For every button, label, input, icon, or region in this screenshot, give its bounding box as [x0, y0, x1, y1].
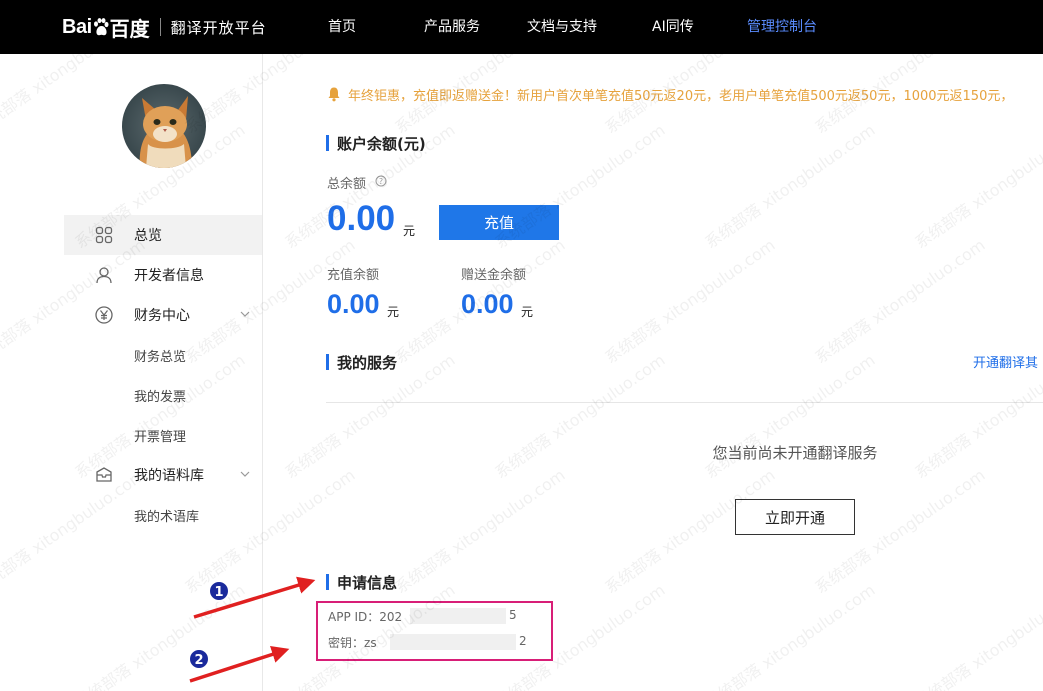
secret-key-suffix[interactable]: 2 — [519, 634, 527, 648]
logo-bai-text: Bai — [62, 15, 92, 38]
avatar[interactable] — [122, 84, 206, 168]
box-icon — [94, 465, 114, 485]
sidebar-subitem-invoice-management[interactable]: 开票管理 — [134, 426, 186, 445]
sidebar-item-overview[interactable]: 总览 — [64, 215, 262, 255]
promo-notice[interactable]: 年终钜惠，充值即返赠送金！新用户首次单笔充值50元返20元，老用户单笔充值500… — [326, 84, 1043, 104]
sidebar-subitem-terminology[interactable]: 我的术语库 — [134, 506, 199, 525]
svg-text:?: ? — [379, 177, 383, 186]
chevron-down-icon[interactable] — [238, 467, 252, 481]
cat-avatar-image — [122, 84, 206, 168]
gift-balance-unit: 元 — [521, 305, 534, 319]
sidebar-item-corpus[interactable]: 我的语料库 — [64, 455, 262, 495]
promo-notice-text: 年终钜惠，充值即返赠送金！新用户首次单笔充值50元返20元，老用户单笔充值500… — [348, 88, 1014, 104]
app-id-redaction — [410, 608, 506, 624]
gift-balance-value: 0.00 — [461, 289, 514, 319]
app-id-label: APP ID： — [328, 610, 380, 624]
application-title-text: 申请信息 — [337, 573, 398, 592]
sidebar-item-label: 我的语料库 — [134, 468, 204, 484]
watermark-text: 系统部落 xitongbuluo.com — [811, 235, 988, 367]
services-section-title: 我的服务 — [326, 352, 397, 372]
recharge-balance-label: 充值余额 — [327, 268, 380, 283]
paw-icon — [93, 18, 109, 36]
total-balance-label: 总余额 — [327, 177, 367, 192]
empty-services-text: 您当前尚未开通翻译服务 — [712, 444, 878, 462]
nav-ai-interpretation[interactable]: AI同传 — [652, 0, 694, 54]
secret-key-label: 密钥： — [328, 636, 365, 650]
watermark-text: 系统部落 xitongbuluo.com — [911, 120, 1043, 252]
open-service-button[interactable]: 立即开通 — [735, 499, 855, 535]
baidu-logo[interactable]: Bai 百度 翻译开放平台 — [62, 12, 267, 42]
secret-key-prefix[interactable]: zs — [364, 636, 377, 650]
recharge-balance-value: 0.00 — [327, 289, 380, 319]
top-navigation-bar: Bai 百度 翻译开放平台 首页 产品服务 文档与支持 AI同传 管理控制台 — [0, 0, 1043, 54]
sidebar-subitem-finance-overview[interactable]: 财务总览 — [134, 346, 186, 365]
total-balance-value: 0.00 — [327, 199, 396, 238]
sidebar-item-label: 开发者信息 — [134, 268, 204, 284]
sidebar-item-developer-info[interactable]: 开发者信息 — [64, 255, 262, 295]
recharge-balance-unit: 元 — [387, 305, 400, 319]
application-section-title: 申请信息 — [326, 572, 397, 592]
yen-icon — [94, 305, 114, 325]
bell-icon — [328, 87, 340, 102]
balance-title-text: 账户余额(元) — [337, 134, 426, 153]
watermark-text: 系统部落 xitongbuluo.com — [701, 120, 878, 252]
secret-key-row: 密钥：zs — [328, 634, 377, 651]
gift-balance-label: 赠送金余额 — [461, 268, 527, 283]
logo-separator — [159, 18, 161, 36]
open-translation-link[interactable]: 开通翻译其 — [973, 352, 1043, 371]
user-icon — [94, 265, 114, 285]
nav-home[interactable]: 首页 — [328, 0, 356, 54]
sidebar-item-label: 总览 — [134, 228, 162, 244]
nav-docs[interactable]: 文档与支持 — [527, 0, 597, 54]
watermark-text: 系统部落 xitongbuluo.com — [701, 580, 878, 691]
help-icon[interactable]: ? — [375, 175, 387, 187]
title-accent-bar — [326, 574, 329, 590]
title-accent-bar — [326, 135, 329, 151]
total-balance-unit: 元 — [403, 224, 416, 238]
nav-console[interactable]: 管理控制台 — [747, 0, 817, 54]
app-id-suffix[interactable]: 5 — [509, 608, 517, 622]
nav-products[interactable]: 产品服务 — [424, 0, 480, 54]
title-accent-bar — [326, 354, 329, 370]
sidebar-subitem-invoices[interactable]: 我的发票 — [134, 386, 186, 405]
sidebar-item-label: 财务中心 — [134, 308, 190, 324]
app-id-row: APP ID：202 — [328, 608, 402, 625]
watermark-text: 系统部落 xitongbuluo.com — [391, 465, 568, 597]
logo-du-text: 百度 — [109, 18, 150, 41]
app-id-prefix[interactable]: 202 — [379, 610, 402, 624]
services-title-text: 我的服务 — [337, 353, 398, 372]
platform-name: 翻译开放平台 — [170, 18, 267, 37]
sidebar-item-finance[interactable]: 财务中心 — [64, 295, 262, 335]
watermark-text: 系统部落 xitongbuluo.com — [911, 580, 1043, 691]
chevron-down-icon[interactable] — [238, 307, 252, 321]
watermark-text: 系统部落 xitongbuluo.com — [601, 235, 778, 367]
section-divider — [326, 402, 1043, 403]
recharge-button[interactable]: 充值 — [439, 205, 559, 240]
balance-section-title: 账户余额(元) — [326, 133, 426, 153]
grid-icon — [94, 225, 114, 245]
secret-key-redaction — [390, 634, 516, 650]
